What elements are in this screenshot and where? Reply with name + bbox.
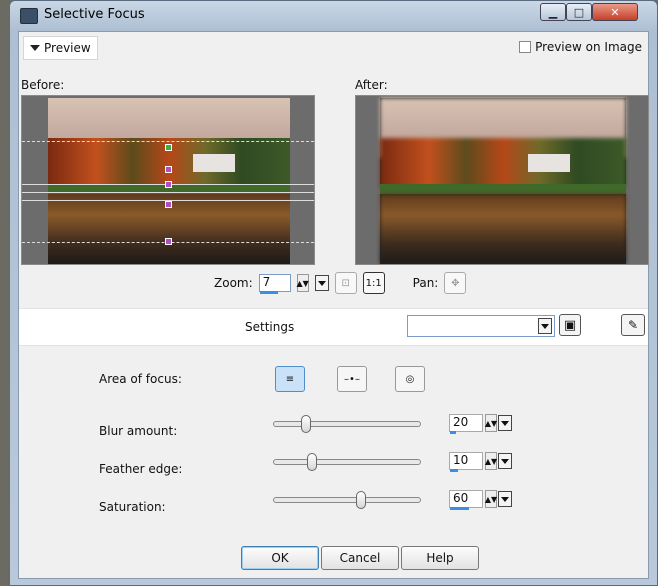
feather-edge-value: 10 [453,453,469,467]
feather-edge-spin-icon[interactable]: ▲▼ [485,452,497,470]
chevron-down-icon [501,496,509,502]
close-button[interactable]: ✕ [592,3,638,21]
zoom-spin-icon[interactable]: ▲▼ [296,274,309,292]
fit-icon: ⊡ [341,277,350,289]
window-title: Selective Focus [44,7,145,22]
feather-top-handle[interactable] [165,166,172,173]
zoom-dropdown-button[interactable] [314,275,329,291]
minimize-button[interactable]: ▁ [540,3,566,21]
blur-amount-value: 20 [453,415,469,429]
chevron-down-icon [541,323,549,329]
preview-toggle-button[interactable]: Preview [23,36,98,60]
feather-bottom-handle[interactable] [165,238,172,245]
settings-bar: Settings ▣ ✎ [19,308,648,346]
preset-manager-icon: ✎ [627,318,639,332]
saturation-dropdown-button[interactable] [498,491,512,507]
blur-amount-dropdown-button[interactable] [498,415,512,431]
help-button[interactable]: Help [401,546,479,570]
house-image-detail [193,154,236,173]
feather-edge-thumb[interactable] [307,453,317,471]
one-to-one-icon: 1:1 [365,277,382,289]
saturation-value: 60 [453,491,469,505]
feather-edge-dropdown-button[interactable] [498,453,512,469]
preset-manager-button[interactable]: ✎ [621,314,645,336]
blur-amount-thumb[interactable] [301,415,311,433]
before-preview-pane[interactable] [21,95,315,265]
triangle-down-icon [30,45,40,51]
checkbox-box[interactable] [519,41,532,53]
area-focus-circle-button[interactable]: ◎ [395,366,425,392]
area-of-focus-label: Area of focus: [99,372,182,386]
zoom-one-to-one-button[interactable]: 1:1 [362,272,385,294]
settings-label: Settings [245,320,295,334]
ok-button[interactable]: OK [241,546,319,570]
pan-icon: ✥ [451,277,460,289]
blur-amount-slider[interactable] [273,415,421,433]
settings-preset-select[interactable] [407,315,555,337]
preview-toggle-label: Preview [44,41,91,55]
focus-top-guide[interactable] [22,141,314,142]
save-preset-button[interactable]: ▣ [559,314,581,336]
chevron-down-icon [501,458,509,464]
feather-edge-label: Feather edge: [99,462,183,476]
house-image-detail [527,154,570,173]
blur-amount-fill [450,431,457,434]
feather-edge-slider[interactable] [273,453,421,471]
saturation-spin-icon[interactable]: ▲▼ [485,490,497,508]
saturation-slider[interactable] [273,491,421,509]
area-focus-band-button[interactable]: ≡ [275,366,305,392]
selective-focus-window: Selective Focus ▁ □ ✕ Preview Preview on… [9,0,658,586]
blur-amount-spin-icon[interactable]: ▲▼ [485,414,497,432]
feather-edge-fill [450,469,458,472]
title-bar[interactable]: Selective Focus ▁ □ ✕ [10,1,657,29]
zoom-fit-button[interactable]: ⊡ [334,272,357,294]
preview-on-image-label: Preview on Image [535,40,642,54]
before-label: Before: [21,78,65,92]
app-icon [20,8,38,24]
blur-amount-label: Blur amount: [99,424,178,438]
save-icon: ▣ [563,317,577,333]
saturation-thumb[interactable] [356,491,366,509]
after-label: After: [355,78,388,92]
circle-focus-icon: ◎ [405,373,415,385]
pan-label: Pan: [412,276,439,290]
rotate-handle[interactable] [165,144,172,151]
feather-edge-input[interactable]: 10 [449,452,483,472]
cancel-button[interactable]: Cancel [321,546,399,570]
chevron-down-icon [317,280,326,286]
maximize-button[interactable]: □ [566,3,592,21]
saturation-input[interactable]: 60 [449,490,483,510]
blur-amount-input[interactable]: 20 [449,414,483,434]
saturation-label: Saturation: [99,500,166,514]
focus-bottom-handle[interactable] [165,201,172,208]
after-preview-pane[interactable] [355,95,649,265]
zoom-value: 7 [262,275,271,289]
area-focus-line-button[interactable]: –•– [337,366,367,392]
zoom-controls: Zoom: 7 ▲▼ ⊡ 1:1 Pan: ✥ [214,272,467,294]
focus-center-line[interactable] [22,192,314,193]
after-image[interactable] [380,98,626,264]
zoom-input[interactable]: 7 [258,274,291,294]
dialog-body: Preview Preview on Image Before: After: [18,31,649,579]
zoom-label: Zoom: [214,276,253,290]
preview-on-image-checkbox[interactable]: Preview on Image [519,40,642,54]
pan-button[interactable]: ✥ [444,272,467,294]
band-focus-icon: ≡ [285,373,295,385]
chevron-down-icon [501,420,509,426]
focus-center-handle[interactable] [165,181,172,188]
saturation-fill [450,507,470,510]
line-focus-icon: –•– [344,373,360,385]
settings-dropdown-button[interactable] [538,318,552,334]
